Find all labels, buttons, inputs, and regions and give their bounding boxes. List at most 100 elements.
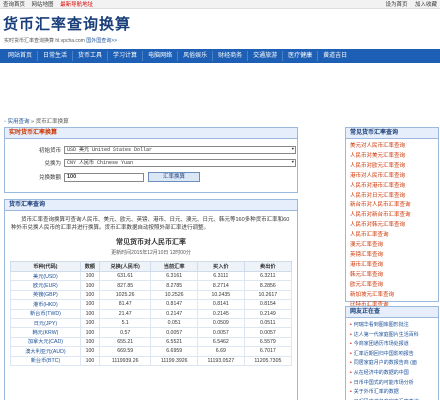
- sidebar-link[interactable]: 港币对人民币汇率查询: [350, 173, 405, 179]
- table-header-row: 币种(代码) 数额 兑换(人民币) 当前汇率 买入价 卖出价: [10, 261, 293, 272]
- bullet-icon: •: [350, 350, 352, 357]
- currency-cell: 澳大利亚元(AUD): [10, 346, 81, 357]
- to-label: 兑换为: [44, 161, 61, 167]
- list-item: 新加坡元汇率查询: [350, 291, 434, 301]
- sidebar-link[interactable]: 达人第一代家庭图片生活百科: [354, 332, 419, 338]
- column-header: 当前汇率: [150, 261, 198, 272]
- sidebar-link[interactable]: 关于外币汇率的数据: [354, 389, 399, 395]
- rates-panel: 货币汇率查询 货币汇率查询换算可查询人民币、美元、欧元、英镑、港币、日元、澳元、…: [4, 199, 298, 400]
- common-rates-sidebar: 常见货币汇率查询 美元对人民币汇率查询 人民币对美元汇率查询 人民币对欧元汇率查询港…: [345, 127, 439, 308]
- convert-button[interactable]: 汇率换算: [148, 172, 200, 182]
- to-currency-select[interactable]: CNY 人民币 Chinese Yuan ▼: [64, 159, 296, 167]
- sidebar-link[interactable]: 人民币对新台币汇率查询: [350, 212, 411, 218]
- table-cell: 10.2526: [150, 289, 198, 301]
- breadcrumb: ◦ 实用查询 » 货币汇率换算: [4, 117, 69, 125]
- nav-item-study[interactable]: 学习计算: [108, 51, 144, 61]
- top-link-latest[interactable]: 最新导航地址: [60, 2, 93, 8]
- currency-link[interactable]: 新台币(BTC): [31, 358, 60, 364]
- currency-link[interactable]: 欧元(EUR): [33, 283, 58, 289]
- table-cell: 100: [79, 270, 101, 282]
- sidebar-link[interactable]: 韩元汇率查询: [350, 272, 383, 278]
- amount-input[interactable]: 100: [64, 172, 144, 182]
- currency-cell: 新台币(BTC): [10, 355, 81, 366]
- column-header: 币种(代码): [10, 261, 81, 272]
- table-cell: 6.7017: [243, 346, 293, 357]
- table-cell: 655.21: [99, 336, 152, 348]
- list-item: 美元对人民币汇率查询: [350, 142, 434, 152]
- top-link-favorite[interactable]: 加入收藏: [415, 2, 437, 8]
- table-cell: 0.8147: [150, 299, 198, 310]
- table-cell: 0.57: [99, 327, 152, 338]
- sidebar-link[interactable]: 英镑汇率查询: [350, 252, 383, 258]
- from-currency-select[interactable]: USD 美元 United States Dollar ▼: [64, 146, 296, 154]
- nav-item-daily[interactable]: 日常生活: [38, 51, 74, 61]
- sidebar-link[interactable]: 今商家团通历市场处报道: [354, 341, 409, 347]
- column-header: 卖出价: [243, 261, 293, 272]
- nav-item-entertainment[interactable]: 风俗娱乐: [178, 51, 214, 61]
- sidebar-link[interactable]: 新台币对人民币汇率查询: [350, 202, 411, 208]
- top-link-sitemap[interactable]: 网站地图: [32, 2, 54, 8]
- sidebar-link[interactable]: 汇率近期回归中国影响报告: [354, 351, 414, 357]
- table-cell: 11193.0527: [197, 355, 245, 366]
- table-row: 新台币(BTC) 100 1119939.26 11199.3926 11193.052…: [10, 355, 293, 366]
- currency-link[interactable]: 澳大利亚元(AUD): [25, 349, 65, 355]
- currency-link[interactable]: 新台币(TWD): [30, 311, 61, 317]
- nav-item-computer[interactable]: 电脑网络: [143, 51, 179, 61]
- nav-item-health[interactable]: 医疗健康: [283, 51, 319, 61]
- list-item: • 同居家庭月户的数报告商 (面: [350, 359, 434, 369]
- sidebar-link[interactable]: 同居家庭月户的数报告商 (面: [354, 360, 417, 366]
- sidebar-link[interactable]: 从在经济中的数据的中国: [354, 370, 409, 376]
- table-row: 美元(USD) 100 631.61 6.3161 6.3111 6.3211: [10, 270, 293, 282]
- table-cell: 0.0511: [243, 317, 293, 329]
- currency-link[interactable]: 港币(HKD): [33, 302, 58, 308]
- sidebar-link[interactable]: 日币中国式的可能市场分析: [354, 380, 414, 386]
- currency-link[interactable]: 美元(USD): [33, 274, 58, 280]
- table-row: 澳大利亚元(AUD) 100 669.59 6.6959 6.69 6.7017: [10, 346, 293, 357]
- table-cell: 6.3161: [150, 270, 198, 282]
- subtitle-link[interactable]: 国外国查询>>: [86, 38, 117, 44]
- currency-link[interactable]: 日元(JPY): [34, 321, 57, 327]
- nav-item-travel[interactable]: 交通旅游: [248, 51, 284, 61]
- column-header: 数额: [79, 261, 101, 272]
- sidebar-link[interactable]: 港币汇率查询: [350, 262, 383, 268]
- converter-heading: 实时货币汇率换算: [5, 128, 297, 139]
- list-item: 澳元汇率查询: [350, 241, 434, 251]
- currency-cell: 美元(USD): [10, 270, 81, 282]
- top-link-home[interactable]: 查询首页: [3, 2, 25, 8]
- list-item: • 达人第一代家庭图片生活百科: [350, 331, 434, 341]
- nav-item-finance[interactable]: 财经商务: [213, 51, 249, 61]
- sidebar-link[interactable]: 何瑞华看到图库图形批注: [354, 322, 409, 328]
- currency-cell: 加拿大元(CAD): [10, 336, 81, 348]
- list-item: • 日币中国式的可能市场分析: [350, 379, 434, 389]
- sidebar-link[interactable]: 人民币对港币汇率查询: [350, 183, 405, 189]
- from-row: 初始货币 USD 美元 United States Dollar ▼: [17, 146, 296, 154]
- currency-link[interactable]: 英镑(GBP): [33, 292, 58, 298]
- sidebar-link[interactable]: 欧元汇率查询: [350, 282, 383, 288]
- site-logo[interactable]: 货币汇率查询换算: [3, 13, 131, 34]
- nav-item-home[interactable]: 网站首页: [3, 51, 39, 61]
- breadcrumb-home[interactable]: 实用查询: [7, 119, 29, 125]
- currency-link[interactable]: 加拿大元(CAD): [28, 339, 63, 345]
- sidebar-link[interactable]: 美元对人民币汇率查询: [350, 143, 405, 149]
- from-currency-value: USD 美元 United States Dollar: [67, 147, 153, 153]
- top-link-set-home[interactable]: 设为首页: [385, 2, 407, 8]
- sidebar-link[interactable]: 人民币对韩元汇率查询: [350, 222, 405, 228]
- nav-item-calendar[interactable]: 黄道吉日: [318, 51, 352, 61]
- site-header: 货币汇率查询换算 实时货币汇率查询换算 hl.vpcha.com 国外国查询>>: [0, 9, 440, 49]
- sidebar-link[interactable]: 人民币对欧元汇率查询: [350, 163, 405, 169]
- table-row: 欧元(EUR) 100 827.85 8.2785 8.2714 8.2856: [10, 280, 293, 291]
- converter-panel: 实时货币汇率换算 初始货币 USD 美元 United States Dolla…: [4, 127, 298, 193]
- sidebar-link[interactable]: 澳元汇率查询: [350, 242, 383, 248]
- sidebar-link[interactable]: 人民币对日元汇率查询: [350, 193, 405, 199]
- nav-item-currency[interactable]: 货币工具: [73, 51, 109, 61]
- table-cell: 100: [79, 355, 101, 366]
- table-cell: 0.0509: [197, 317, 245, 329]
- table-cell: 0.2147: [150, 308, 198, 319]
- popular-list: • 何瑞华看到图库图形批注 • 达人第一代家庭图片生活百科 • 今商家团通历市场处报道 • 汇…: [346, 318, 438, 400]
- sidebar-link[interactable]: 新加坡元汇率查询: [350, 292, 394, 298]
- sidebar-link[interactable]: 人民币对美元汇率查询: [350, 153, 405, 159]
- sidebar-link[interactable]: 人民币汇率查询: [350, 232, 389, 238]
- table-cell: 100: [79, 317, 101, 329]
- currency-link[interactable]: 韩元(KRW): [32, 330, 58, 336]
- list-item: • 何瑞华看到图库图形批注: [350, 321, 434, 331]
